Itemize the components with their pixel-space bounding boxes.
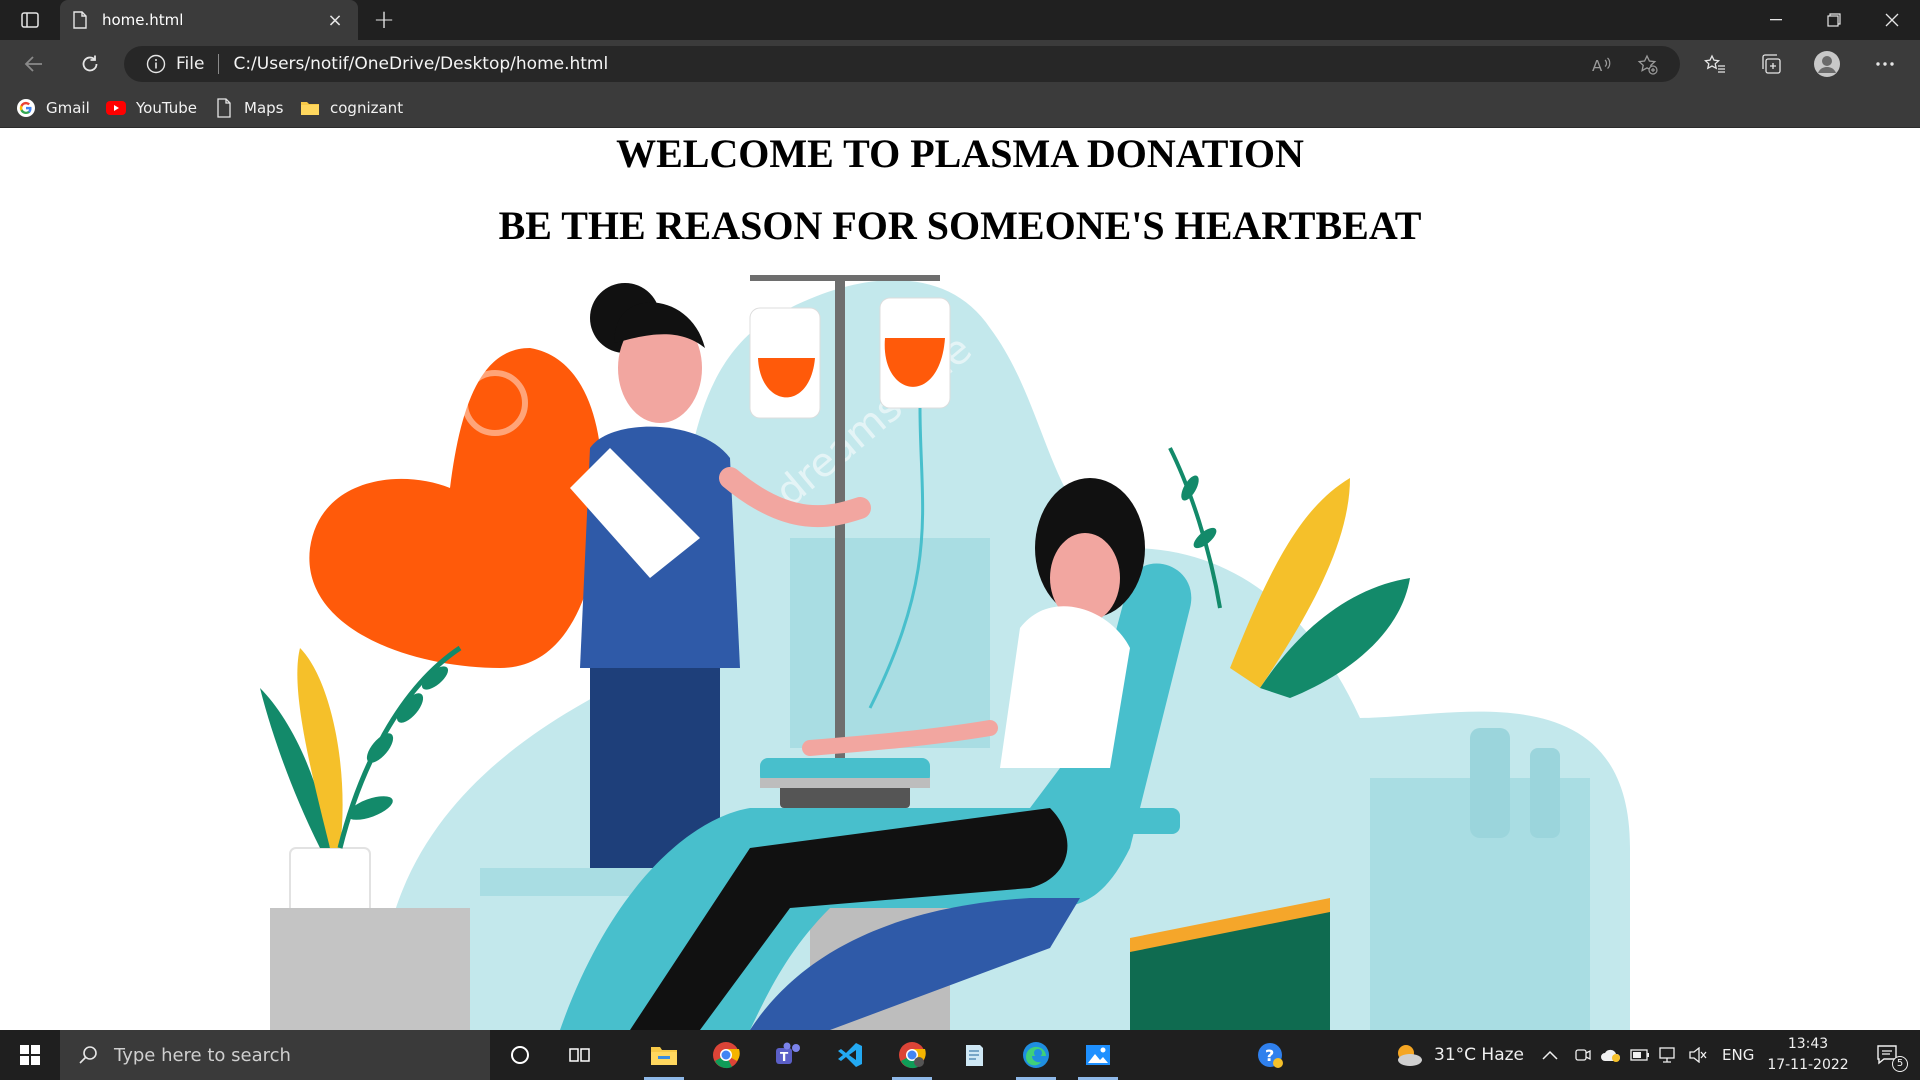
folder-icon bbox=[300, 98, 320, 118]
bookmark-label: cognizant bbox=[330, 99, 404, 117]
bookmarks-bar: Gmail YouTube Maps cognizant bbox=[0, 88, 1920, 128]
refresh-icon[interactable] bbox=[72, 48, 108, 80]
file-explorer-icon[interactable] bbox=[634, 1030, 694, 1080]
chrome-icon[interactable] bbox=[696, 1030, 756, 1080]
volume-muted-icon[interactable] bbox=[1688, 1030, 1708, 1080]
address-bar[interactable]: File C:/Users/notif/OneDrive/Desktop/hom… bbox=[124, 46, 1680, 82]
add-favorite-icon[interactable] bbox=[1632, 54, 1664, 76]
browser-toolbar: File C:/Users/notif/OneDrive/Desktop/hom… bbox=[0, 40, 1920, 88]
back-arrow-icon[interactable] bbox=[16, 48, 52, 80]
bookmark-label: YouTube bbox=[136, 99, 197, 117]
task-view-icon[interactable] bbox=[550, 1030, 610, 1080]
more-options-icon[interactable] bbox=[1870, 50, 1900, 78]
tab-title: home.html bbox=[102, 11, 184, 29]
restore-icon[interactable] bbox=[1806, 0, 1862, 40]
windows-start-icon[interactable] bbox=[0, 1030, 60, 1080]
svg-text:?: ? bbox=[1265, 1046, 1274, 1065]
profile-avatar-icon[interactable] bbox=[1812, 50, 1842, 78]
weather-widget[interactable]: 31°C Haze bbox=[1394, 1030, 1524, 1080]
address-separator bbox=[218, 54, 220, 74]
page-heading: WELCOME TO PLASMA DONATION bbox=[616, 131, 1304, 176]
search-placeholder: Type here to search bbox=[114, 1044, 291, 1066]
notifications-icon[interactable]: 5 bbox=[1868, 1030, 1908, 1080]
youtube-icon bbox=[106, 98, 126, 118]
minimize-icon[interactable] bbox=[1748, 0, 1804, 40]
taskbar-search-box[interactable]: Type here to search bbox=[60, 1030, 490, 1080]
network-icon[interactable] bbox=[1658, 1030, 1678, 1080]
bookmark-gmail[interactable]: Gmail bbox=[16, 96, 90, 120]
close-window-icon[interactable] bbox=[1864, 0, 1920, 40]
teams-icon[interactable]: T bbox=[758, 1030, 818, 1080]
info-icon[interactable] bbox=[146, 54, 166, 74]
address-scheme: File bbox=[176, 54, 205, 74]
address-url[interactable]: C:/Users/notif/OneDrive/Desktop/home.htm… bbox=[233, 54, 608, 74]
help-icon[interactable]: ? bbox=[1240, 1030, 1300, 1080]
plasma-donation-illustration: dreamstime bbox=[260, 275, 1630, 1030]
bookmark-maps[interactable]: Maps bbox=[214, 96, 283, 120]
bookmark-label: Gmail bbox=[46, 99, 90, 117]
document-icon bbox=[73, 11, 87, 29]
bookmark-cognizant[interactable]: cognizant bbox=[300, 96, 403, 120]
taskbar: Type here to search T ? 31°C Haze ENG 13… bbox=[0, 1030, 1920, 1080]
show-hidden-icons-icon[interactable] bbox=[1542, 1030, 1558, 1080]
cortana-icon[interactable] bbox=[490, 1030, 550, 1080]
input-language[interactable]: ENG bbox=[1722, 1030, 1754, 1080]
svg-text:A: A bbox=[1592, 57, 1603, 74]
weather-sun-icon bbox=[1398, 1045, 1422, 1066]
read-aloud-icon[interactable]: A bbox=[1586, 54, 1618, 76]
weather-text: 31°C Haze bbox=[1434, 1045, 1524, 1065]
svg-text:T: T bbox=[780, 1050, 789, 1064]
favorites-icon[interactable] bbox=[1700, 50, 1730, 78]
clock-date: 17-11-2022 bbox=[1767, 1057, 1849, 1073]
page-icon bbox=[214, 98, 234, 118]
page-content: WELCOME TO PLASMA DONATION BE THE REASON… bbox=[0, 128, 1920, 1030]
google-icon bbox=[16, 98, 36, 118]
heart-shape bbox=[309, 348, 603, 668]
browser-titlebar: home.html × + bbox=[0, 0, 1920, 40]
close-tab-icon[interactable]: × bbox=[324, 10, 346, 31]
collections-icon[interactable] bbox=[1756, 50, 1786, 78]
tab-actions-icon[interactable] bbox=[12, 6, 48, 34]
battery-icon[interactable] bbox=[1630, 1030, 1650, 1080]
clock-time: 13:43 bbox=[1787, 1036, 1829, 1052]
notification-count-badge: 5 bbox=[1892, 1056, 1908, 1072]
bookmark-youtube[interactable]: YouTube bbox=[106, 96, 197, 120]
photos-icon[interactable] bbox=[1068, 1030, 1128, 1080]
onedrive-icon[interactable] bbox=[1600, 1030, 1622, 1080]
chrome-profile-icon[interactable] bbox=[882, 1030, 942, 1080]
edge-icon[interactable] bbox=[1006, 1030, 1066, 1080]
search-icon bbox=[79, 1046, 97, 1064]
meet-now-icon[interactable] bbox=[1574, 1030, 1592, 1080]
bookmark-label: Maps bbox=[244, 99, 284, 117]
new-tab-button[interactable]: + bbox=[368, 4, 400, 36]
vscode-icon[interactable] bbox=[820, 1030, 880, 1080]
notepad-icon[interactable] bbox=[944, 1030, 1004, 1080]
system-clock[interactable]: 13:43 17-11-2022 bbox=[1764, 1034, 1852, 1076]
page-subheading: BE THE REASON FOR SOMEONE'S HEARTBEAT bbox=[498, 203, 1422, 248]
tab-home-html[interactable]: home.html × bbox=[60, 0, 358, 40]
